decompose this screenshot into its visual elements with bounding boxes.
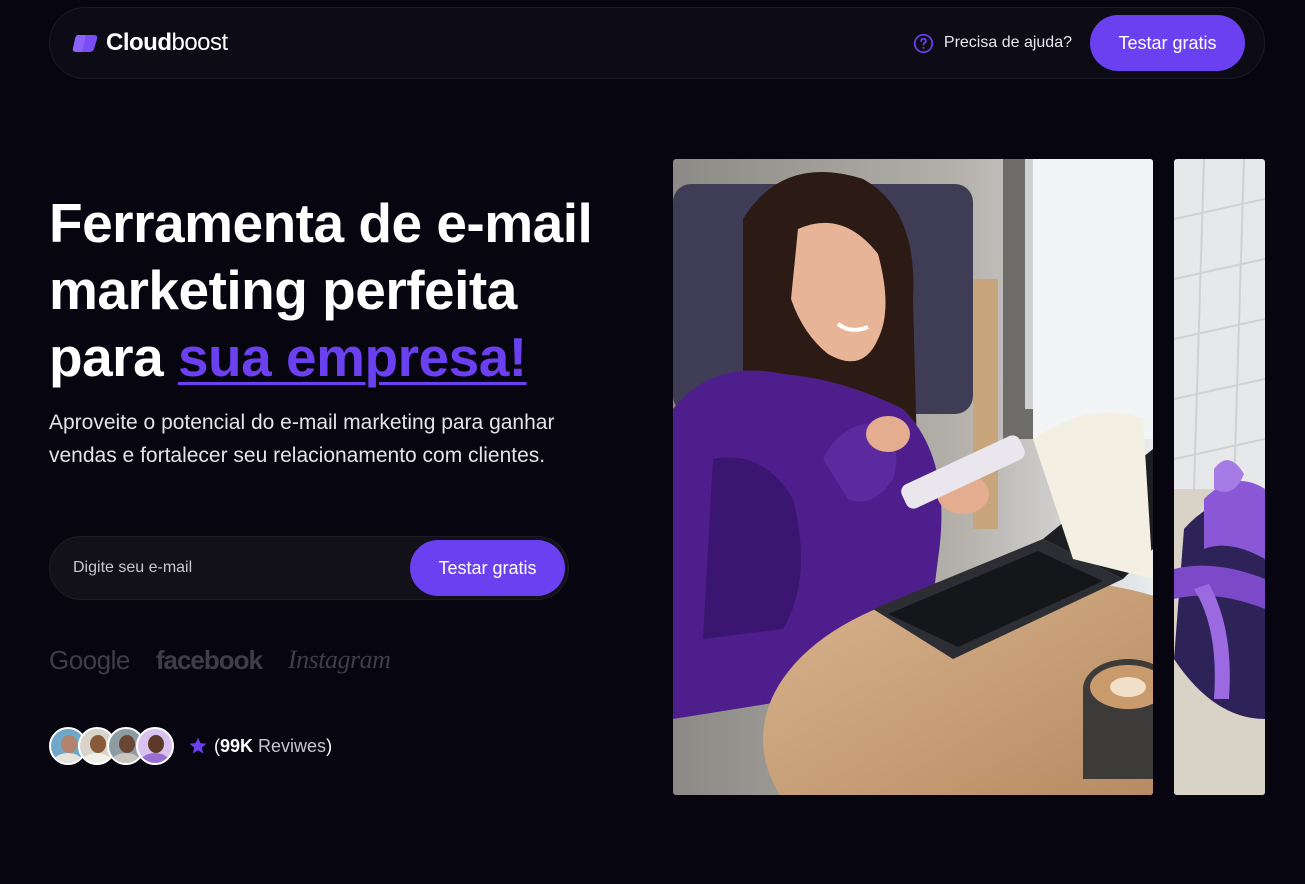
- avatar: [136, 727, 174, 765]
- help-label: Precisa de ajuda?: [943, 34, 1072, 51]
- review-count: (99K Reviwes): [214, 736, 332, 757]
- nav-actions: Precisa de ajuda? Testar gratis: [913, 15, 1245, 71]
- review-count-value: 99K: [220, 735, 254, 756]
- hero-title: Ferramenta de e-mail marketing perfeita …: [49, 190, 649, 391]
- partner-logos: Google facebook Instagram: [49, 640, 391, 680]
- review-close-paren: ): [326, 735, 333, 756]
- brand-name-light: boost: [171, 29, 228, 56]
- hero-title-line-1: Ferramenta de e-mail: [49, 192, 593, 254]
- hero-title-prefix: para: [49, 326, 178, 388]
- facebook-logo: facebook: [155, 644, 263, 675]
- woman-with-laptop-photo: [673, 159, 1153, 795]
- instagram-logo: Instagram: [288, 645, 391, 674]
- hero-title-line-2: marketing perfeita: [49, 259, 517, 321]
- google-logo: Google: [49, 644, 130, 675]
- brand-name-bold: Cloud: [106, 29, 172, 56]
- gift-box-photo: [1174, 159, 1265, 795]
- try-free-submit-button[interactable]: Testar gratis: [410, 540, 565, 596]
- help-link[interactable]: Precisa de ajuda?: [913, 33, 1072, 54]
- star-icon: [189, 737, 207, 754]
- brand-logo[interactable]: Cloudboost: [72, 29, 228, 57]
- reviewer-avatars: [49, 727, 174, 765]
- navbar: Cloudboost Precisa de ajuda? Testar grat…: [49, 7, 1265, 79]
- question-circle-icon: [913, 33, 934, 53]
- reviews-summary: (99K Reviwes): [49, 726, 332, 766]
- gift-box-illustration: [1174, 159, 1265, 795]
- woman-with-laptop-illustration: [673, 159, 1153, 795]
- landing-page: Cloudboost Precisa de ajuda? Testar grat…: [0, 0, 1305, 884]
- hero-title-accent: sua empresa!: [177, 326, 527, 388]
- try-free-nav-button[interactable]: Testar gratis: [1090, 15, 1245, 71]
- brand-name: Cloudboost: [106, 29, 228, 57]
- email-input[interactable]: [73, 559, 393, 577]
- review-count-label: Reviwes: [253, 735, 327, 756]
- hero-subtitle: Aproveite o potencial do e-mail marketin…: [49, 411, 555, 467]
- cloud-icon: [72, 35, 98, 52]
- email-signup-form: Testar gratis: [49, 536, 569, 600]
